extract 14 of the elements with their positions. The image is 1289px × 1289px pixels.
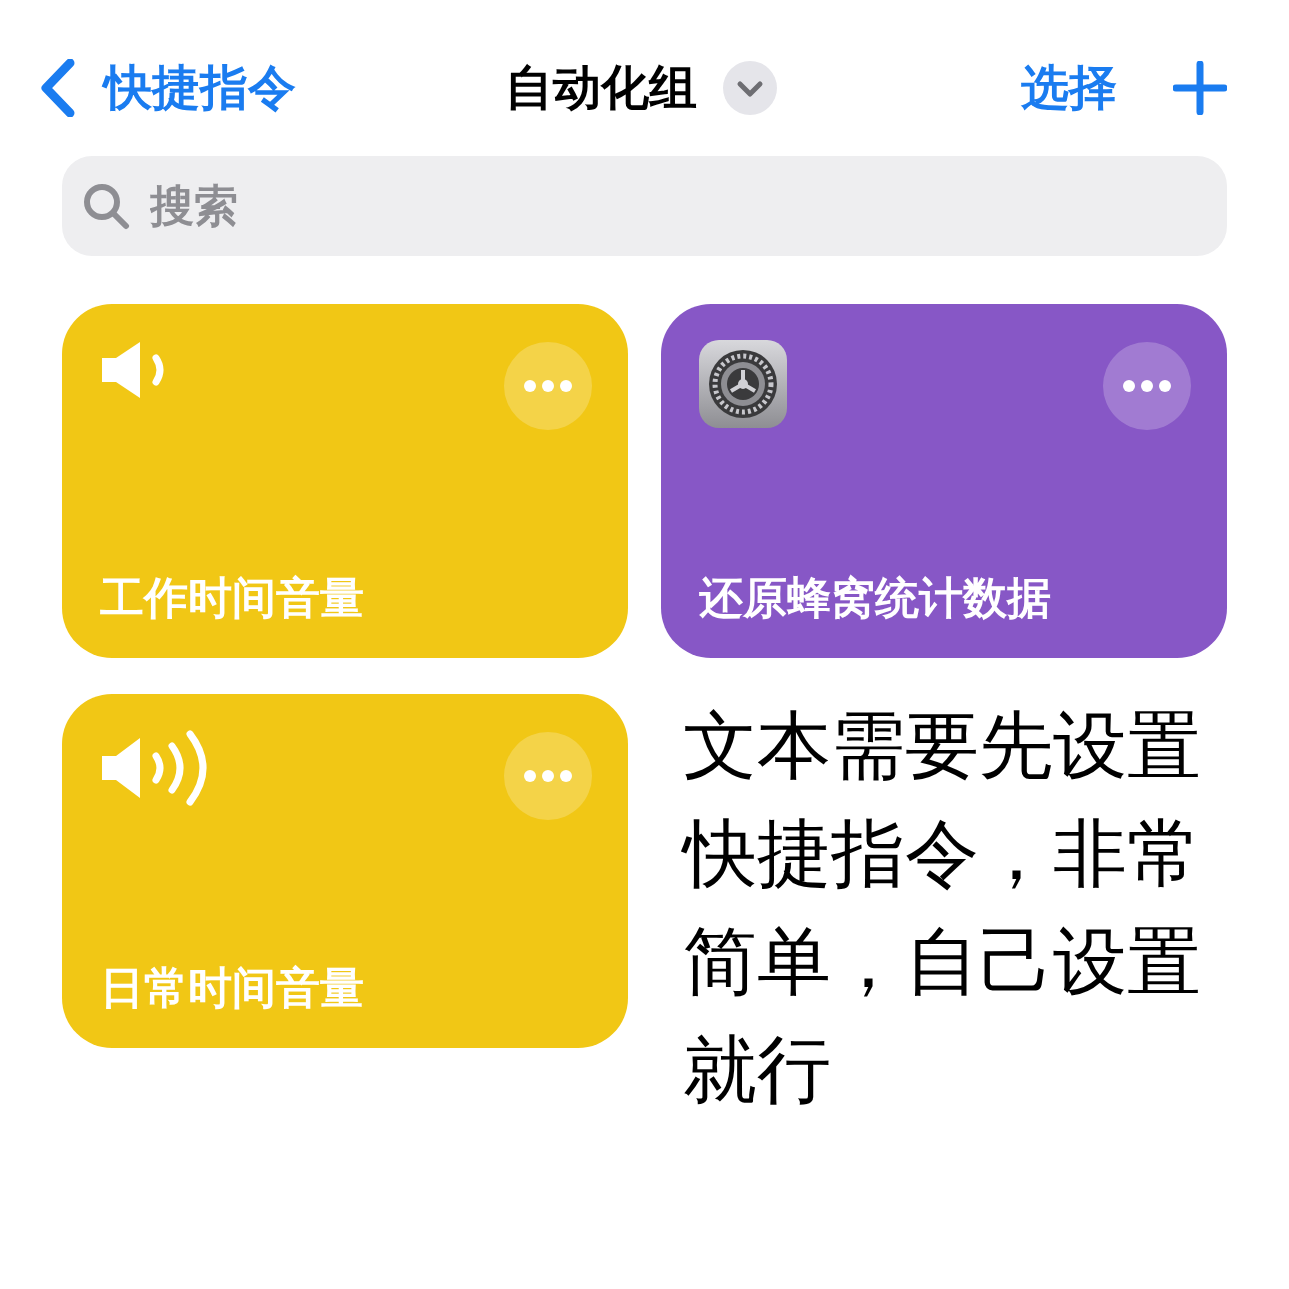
shortcut-title: 日常时间音量 bbox=[100, 966, 365, 1010]
more-icon[interactable] bbox=[1103, 342, 1191, 430]
select-button[interactable]: 选择 bbox=[1021, 52, 1117, 124]
shortcut-title: 工作时间音量 bbox=[100, 576, 365, 620]
note-text: 文本需要先设置快捷指令，非常简单，自己设置就行 bbox=[683, 703, 1202, 1113]
shortcut-title: 还原蜂窝统计数据 bbox=[699, 576, 1052, 620]
page-title: 自动化组 bbox=[505, 60, 697, 116]
back-button[interactable]: 快捷指令 bbox=[40, 52, 296, 124]
chevron-down-icon[interactable] bbox=[723, 61, 777, 115]
plus-icon[interactable] bbox=[1173, 61, 1227, 115]
search-icon bbox=[82, 182, 130, 230]
gear-icon bbox=[699, 340, 787, 428]
shortcut-card[interactable]: 还原蜂窝统计数据 bbox=[661, 304, 1227, 658]
chevron-left-icon bbox=[40, 59, 76, 117]
